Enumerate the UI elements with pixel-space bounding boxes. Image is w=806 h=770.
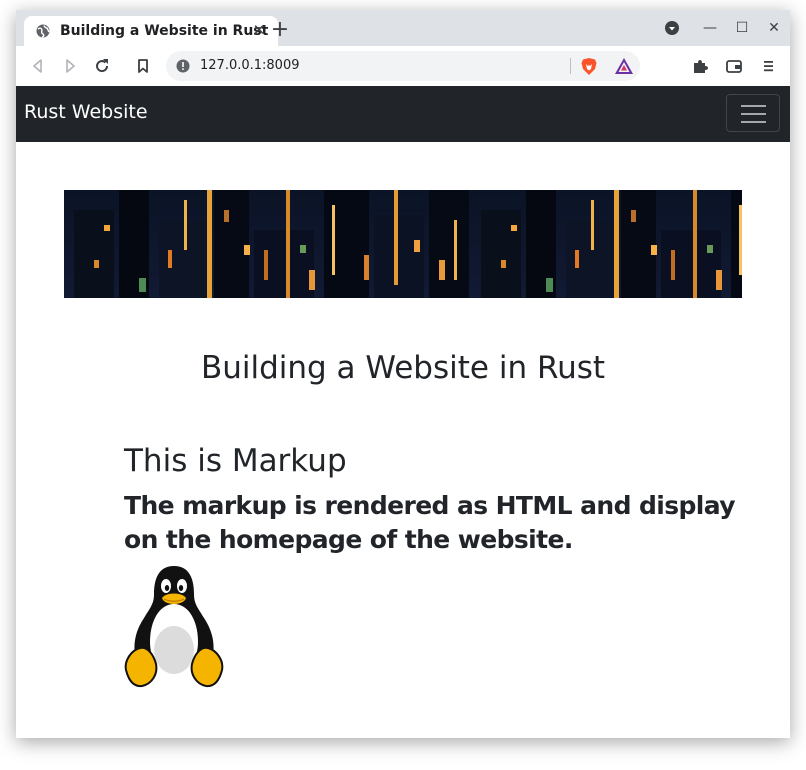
markup-subheading: The markup is rendered as HTML and displ…	[124, 491, 736, 554]
brave-shields-icon[interactable]	[580, 57, 598, 76]
close-window-button[interactable]: ✕	[764, 18, 784, 38]
markup-heading: This is Markup	[124, 443, 347, 479]
tab-close-icon[interactable]: ✕	[249, 20, 269, 40]
brave-rewards-icon[interactable]	[614, 57, 634, 75]
hamburger-menu-icon[interactable]	[758, 56, 778, 76]
profile-dropdown-icon[interactable]	[662, 18, 682, 38]
active-tab[interactable]: Building a Website in Rust ✕	[24, 16, 278, 46]
address-bar-divider	[570, 58, 571, 74]
minimize-button[interactable]: —	[700, 18, 720, 38]
browser-window: Building a Website in Rust ✕ + — ☐ ✕ 127…	[16, 10, 790, 738]
wallet-icon[interactable]	[724, 56, 744, 76]
banner-image	[64, 190, 742, 298]
maximize-button[interactable]: ☐	[732, 18, 752, 38]
back-icon[interactable]	[28, 56, 48, 76]
bookmark-icon[interactable]	[133, 56, 153, 76]
page-title: Building a Website in Rust	[200, 350, 606, 386]
hamburger-icon	[741, 105, 766, 107]
web-page: Rust Website Building a Website in Rust …	[16, 86, 790, 738]
navbar-toggler-button[interactable]	[726, 94, 780, 132]
new-tab-button[interactable]: +	[270, 19, 290, 41]
tux-penguin-image	[124, 566, 224, 688]
url-text: 127.0.0.1:8009	[200, 58, 300, 73]
hamburger-icon	[741, 121, 766, 123]
site-navbar: Rust Website	[16, 86, 790, 142]
navbar-brand[interactable]: Rust Website	[24, 101, 148, 123]
hamburger-icon	[741, 113, 766, 115]
globe-icon	[36, 24, 50, 38]
tab-strip: Building a Website in Rust ✕ + — ☐ ✕	[16, 10, 790, 46]
puzzle-icon[interactable]	[690, 56, 710, 76]
reload-icon[interactable]	[92, 56, 112, 76]
tab-title: Building a Website in Rust	[60, 23, 269, 39]
forward-icon[interactable]	[60, 56, 80, 76]
info-icon[interactable]	[176, 59, 190, 73]
browser-toolbar: 127.0.0.1:8009	[16, 46, 790, 87]
address-bar[interactable]: 127.0.0.1:8009	[166, 51, 640, 81]
